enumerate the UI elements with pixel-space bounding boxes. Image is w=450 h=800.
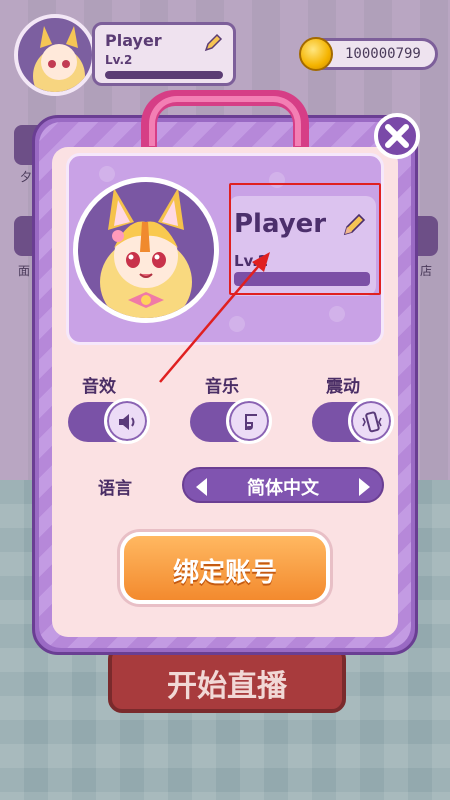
coin-counter: 100000799 xyxy=(299,37,438,71)
toggle-knob xyxy=(348,398,394,444)
toggle-knob xyxy=(226,398,272,444)
music-toggle[interactable] xyxy=(190,398,272,444)
sound-effects-toggle[interactable] xyxy=(68,398,150,444)
header-player-card[interactable]: Player Lv.2 xyxy=(92,22,236,86)
close-icon xyxy=(385,124,409,148)
vibration-label: 震动 xyxy=(326,377,360,397)
side-menu-label: 店 xyxy=(420,264,433,278)
vibrate-icon xyxy=(362,411,382,433)
side-menu-label: 面 xyxy=(18,264,31,278)
music-label: 音乐 xyxy=(205,377,239,397)
toggle-knob xyxy=(104,398,150,444)
language-value: 简体中文 xyxy=(247,478,319,499)
close-button[interactable] xyxy=(374,113,420,159)
music-note-icon xyxy=(245,414,257,430)
start-stream-button: 开始直播 xyxy=(108,645,346,713)
chevron-right-icon[interactable] xyxy=(359,478,370,496)
header-player-name: Player xyxy=(105,31,162,50)
annotation-arrow xyxy=(159,252,270,383)
start-stream-label: 开始直播 xyxy=(167,669,287,704)
bind-account-label: 绑定账号 xyxy=(172,558,277,588)
pencil-icon[interactable] xyxy=(203,33,223,57)
language-label: 语言 xyxy=(98,479,132,499)
header-level-bar xyxy=(105,71,223,79)
speaker-icon xyxy=(119,414,135,430)
header-player-level: Lv.2 xyxy=(105,53,133,67)
coin-value: 100000799 xyxy=(345,46,421,62)
sound-effects-label: 音效 xyxy=(82,377,116,397)
paw-decoration xyxy=(99,166,115,182)
paw-decoration xyxy=(329,306,345,322)
dialog-handle-highlight xyxy=(149,96,301,146)
side-menu-label: 夕 xyxy=(20,170,33,184)
language-selector[interactable]: 简体中文 xyxy=(182,467,384,503)
header-avatar[interactable] xyxy=(14,14,96,96)
bind-account-button[interactable]: 绑定账号 xyxy=(120,532,330,604)
coin-icon xyxy=(299,37,333,71)
vibration-toggle[interactable] xyxy=(312,398,394,444)
